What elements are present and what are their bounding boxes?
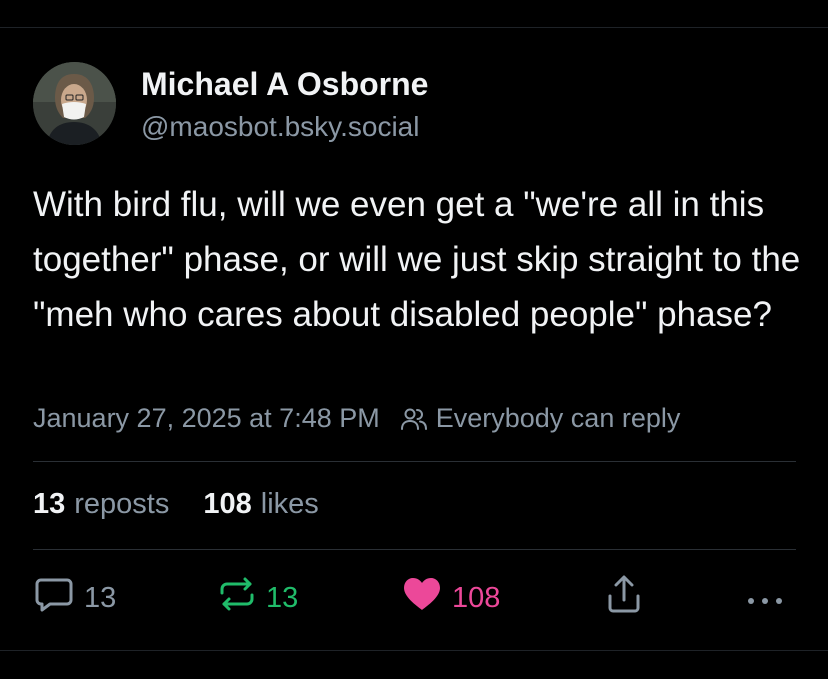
likes-stat[interactable]: 108 likes xyxy=(203,488,318,521)
people-icon xyxy=(400,406,428,432)
reposts-count: 13 xyxy=(33,488,66,520)
likes-label: likes xyxy=(260,488,319,520)
action-bar: 13 13 108 xyxy=(0,574,828,624)
like-button[interactable]: 108 xyxy=(402,574,500,622)
repost-button[interactable]: 13 xyxy=(218,574,298,622)
post-meta: January 27, 2025 at 7:48 PM Everybody ca… xyxy=(33,403,680,434)
reposts-label: reposts xyxy=(74,488,170,520)
repost-arrows-icon xyxy=(218,576,256,620)
like-count: 108 xyxy=(452,581,501,614)
ellipsis-icon xyxy=(745,582,785,615)
share-button[interactable] xyxy=(606,574,642,622)
reply-count: 13 xyxy=(84,581,117,614)
reposts-stat[interactable]: 13 reposts xyxy=(33,488,169,521)
share-upload-icon xyxy=(606,574,642,622)
likes-count: 108 xyxy=(203,488,252,520)
top-divider xyxy=(0,27,828,28)
reply-button[interactable]: 13 xyxy=(34,574,116,622)
author-handle[interactable]: @maosbot.bsky.social xyxy=(141,111,419,143)
reply-setting: Everybody can reply xyxy=(435,403,681,433)
divider xyxy=(33,549,796,550)
speech-bubble-icon xyxy=(34,576,74,620)
more-options-button[interactable] xyxy=(745,574,785,622)
post-timestamp[interactable]: January 27, 2025 at 7:48 PM xyxy=(33,403,380,434)
bottom-divider xyxy=(0,650,828,651)
author-display-name[interactable]: Michael A Osborne xyxy=(141,66,428,103)
divider xyxy=(33,461,796,462)
avatar[interactable] xyxy=(33,62,116,145)
post-stats: 13 reposts 108 likes xyxy=(33,488,319,521)
repost-count: 13 xyxy=(266,581,299,614)
post-text: With bird flu, will we even get a "we're… xyxy=(33,185,801,334)
heart-icon xyxy=(402,576,442,620)
